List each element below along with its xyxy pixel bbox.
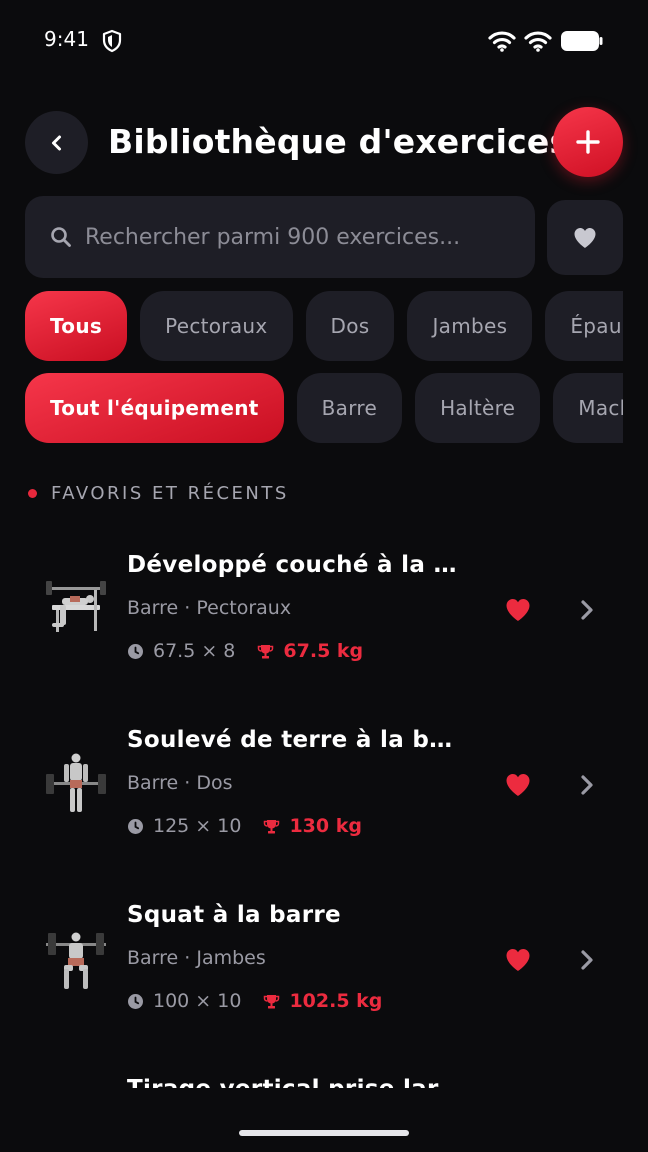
chip-muscle-all[interactable]: Tous <box>25 291 128 361</box>
section-dot <box>28 489 37 498</box>
heart-icon[interactable] <box>505 598 531 622</box>
chip-muscle-legs[interactable]: Jambes <box>407 291 533 361</box>
exercise-last-set: 100 × 10 <box>153 990 242 1012</box>
clock-icon <box>128 818 143 834</box>
wifi-icon <box>524 31 552 52</box>
exercise-row[interactable]: Soulevé de terre à la barre Barre · Dos … <box>0 710 648 860</box>
heart-icon <box>574 227 596 248</box>
back-button[interactable] <box>25 111 88 174</box>
exercise-pr: 102.5 kg <box>289 990 383 1012</box>
exercise-stats: 100 × 10 102.5 kg <box>127 990 382 1012</box>
home-indicator <box>239 1130 409 1136</box>
deadlift-thumbnail <box>46 753 106 812</box>
header: Bibliothèque d'exercices <box>0 107 648 178</box>
exercise-stats: 67.5 × 8 67.5 kg <box>127 640 363 662</box>
exercise-row-clip: Tirage vertical prise large <box>0 1060 648 1090</box>
chevron-right-icon[interactable] <box>577 773 597 797</box>
exercise-meta: Barre · Dos <box>127 772 233 794</box>
search-input[interactable] <box>85 196 515 278</box>
section-title: FAVORIS ET RÉCENTS <box>51 483 289 504</box>
page-title: Bibliothèque d'exercices <box>108 122 570 161</box>
muscle-filter-row: Tous Pectoraux Dos Jambes Épaules <box>25 291 623 361</box>
section-header: FAVORIS ET RÉCENTS <box>28 483 289 504</box>
status-time: 9:41 <box>44 27 89 51</box>
plus-icon <box>576 130 600 154</box>
chip-equipment-barbell[interactable]: Barre <box>296 373 403 443</box>
trophy-icon <box>264 994 280 1008</box>
exercise-name: Soulevé de terre à la barre <box>127 727 467 753</box>
battery-icon <box>561 31 603 51</box>
equipment-filter-row: Tout l'équipement Barre Haltère Machine <box>25 373 623 443</box>
chip-equipment-all[interactable]: Tout l'équipement <box>25 373 284 443</box>
exercise-meta: Barre · Jambes <box>127 947 266 969</box>
chip-muscle-shoulders[interactable]: Épaules <box>545 291 623 361</box>
heart-icon[interactable] <box>505 773 531 797</box>
chip-equipment-dumbbell[interactable]: Haltère <box>415 373 541 443</box>
bench-press-thumbnail <box>46 581 106 632</box>
wifi-icon <box>488 31 516 52</box>
exercise-row[interactable]: Squat à la barre Barre · Jambes 100 × 10… <box>0 885 648 1035</box>
trophy-icon <box>258 644 274 658</box>
add-exercise-button[interactable] <box>553 107 623 177</box>
chip-muscle-back[interactable]: Dos <box>305 291 395 361</box>
exercise-last-set: 67.5 × 8 <box>153 640 236 662</box>
exercise-pr: 130 kg <box>289 815 362 837</box>
search-icon <box>51 227 71 247</box>
exercise-stats: 125 × 10 130 kg <box>127 815 362 837</box>
squat-thumbnail <box>46 932 106 989</box>
exercise-meta: Barre · Pectoraux <box>127 597 292 619</box>
exercise-name: Développé couché à la barre <box>127 552 467 578</box>
exercise-last-set: 125 × 10 <box>153 815 242 837</box>
clock-icon <box>128 993 143 1009</box>
chevron-right-icon[interactable] <box>577 948 597 972</box>
status-bar: 9:41 <box>0 0 648 80</box>
shield-icon <box>102 29 122 53</box>
exercise-name: Squat à la barre <box>127 902 341 928</box>
exercise-row[interactable]: Développé couché à la barre Barre · Pect… <box>0 535 648 685</box>
chip-muscle-chest[interactable]: Pectoraux <box>140 291 293 361</box>
bottom-bar <box>0 1088 648 1152</box>
clock-icon <box>128 643 143 659</box>
heart-icon[interactable] <box>505 948 531 972</box>
search-box <box>25 196 535 278</box>
trophy-icon <box>264 819 280 833</box>
chevron-right-icon[interactable] <box>577 598 597 622</box>
chevron-left-icon <box>51 135 61 150</box>
chip-equipment-machine[interactable]: Machine <box>553 373 623 443</box>
favorites-filter-button[interactable] <box>547 200 623 275</box>
exercise-pr: 67.5 kg <box>283 640 364 662</box>
